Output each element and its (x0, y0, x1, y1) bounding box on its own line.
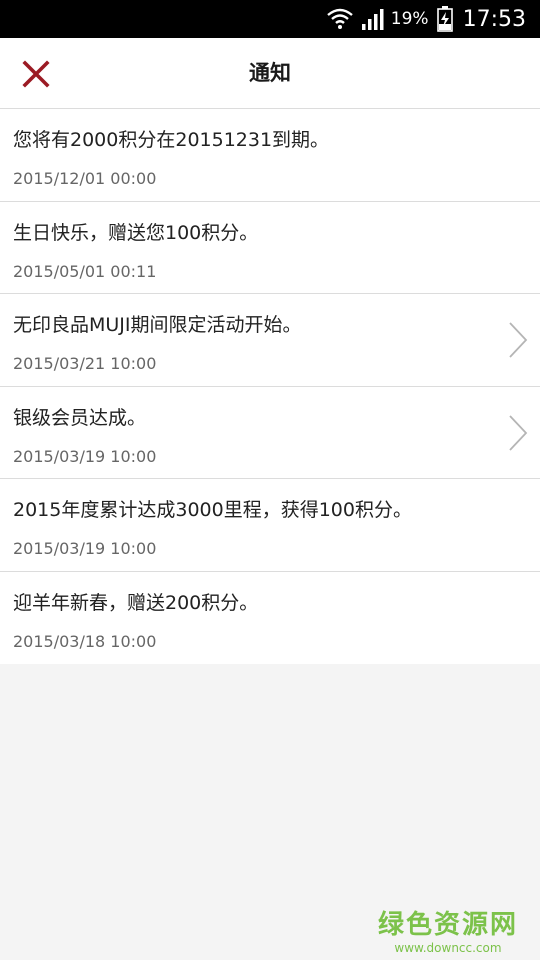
notification-time: 2015/12/01 00:00 (13, 169, 157, 188)
notification-message: 银级会员达成。 (13, 406, 147, 429)
notification-item[interactable]: 您将有2000积分在20151231到期。 2015/12/01 00:00 (0, 109, 540, 202)
notification-item[interactable]: 生日快乐，赠送您100积分。 2015/05/01 00:11 (0, 202, 540, 294)
notification-item[interactable]: 迎羊年新春，赠送200积分。 2015/03/18 10:00 (0, 572, 540, 665)
watermark-main: 绿色资源网 (377, 910, 518, 940)
status-bar: 19% 17:53 (0, 0, 540, 38)
notification-time: 2015/03/18 10:00 (13, 631, 157, 651)
watermark: 绿色资源网 www.downcc.com (378, 904, 518, 955)
notification-time: 2015/03/19 10:00 (13, 446, 157, 466)
notification-item[interactable]: 2015年度累计达成3000里程，获得100积分。 2015/03/19 10:… (0, 479, 540, 572)
wifi-icon (327, 7, 353, 31)
notification-message: 迎羊年新春，赠送200积分。 (13, 591, 259, 614)
signal-icon (361, 8, 385, 30)
notification-time: 2015/05/01 00:11 (13, 261, 157, 281)
notification-item[interactable]: 无印良品MUJI期间限定活动开始。 2015/03/21 10:00 (0, 294, 540, 387)
app-header: 通知 (0, 38, 540, 109)
notification-message: 生日快乐，赠送您100积分。 (13, 221, 259, 244)
notification-message: 您将有2000积分在20151231到期。 (13, 129, 330, 151)
battery-percent: 19% (390, 9, 429, 29)
notification-item[interactable]: 银级会员达成。 2015/03/19 10:00 (0, 387, 540, 479)
close-button[interactable] (12, 50, 60, 98)
notification-time: 2015/03/19 10:00 (13, 539, 157, 558)
watermark-url: www.downcc.com (394, 941, 502, 955)
notification-message: 无印良品MUJI期间限定活动开始。 (13, 314, 302, 336)
page-title: 通知 (249, 61, 291, 85)
battery-charging-icon (436, 6, 453, 32)
notification-message: 2015年度累计达成3000里程，获得100积分。 (13, 499, 412, 521)
status-clock: 17:53 (462, 6, 526, 32)
notification-time: 2015/03/21 10:00 (13, 354, 157, 373)
notification-list: 您将有2000积分在20151231到期。 2015/12/01 00:00 生… (0, 109, 540, 664)
close-icon (22, 60, 50, 88)
chevron-right-icon (509, 414, 528, 451)
chevron-right-icon (509, 322, 528, 358)
